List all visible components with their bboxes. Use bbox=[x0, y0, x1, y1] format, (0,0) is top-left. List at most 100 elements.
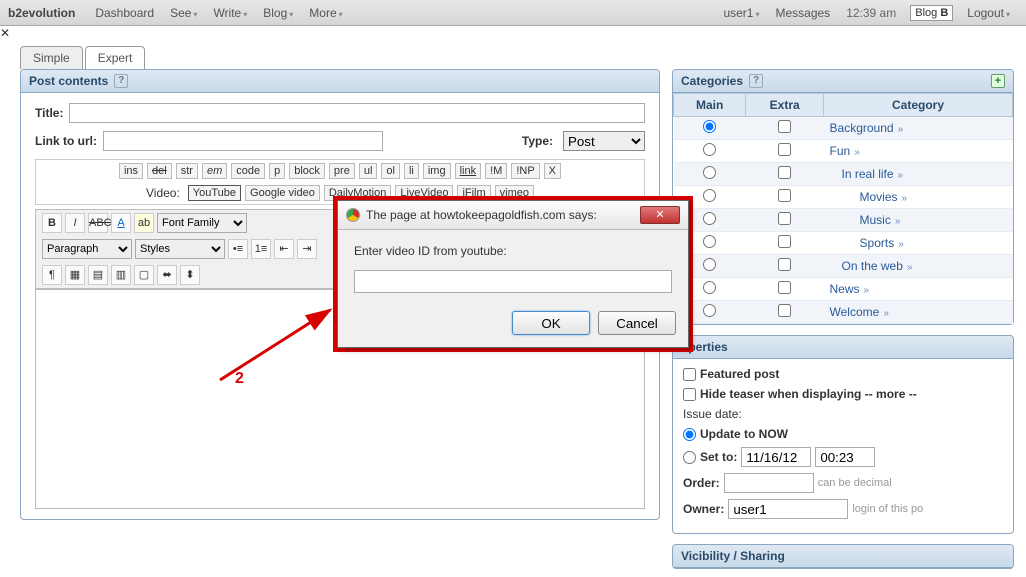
table-row: Sports» bbox=[674, 232, 1013, 255]
owner-input[interactable] bbox=[728, 499, 848, 519]
dialog-input[interactable] bbox=[354, 270, 672, 293]
tab-expert[interactable]: Expert bbox=[85, 46, 146, 69]
main-radio[interactable] bbox=[703, 258, 716, 271]
btn-p[interactable]: p bbox=[269, 163, 285, 179]
help-icon[interactable]: ? bbox=[114, 74, 128, 88]
font-family-select[interactable]: Font Family bbox=[157, 213, 247, 233]
btn-block[interactable]: block bbox=[289, 163, 325, 179]
btn-link[interactable]: link bbox=[455, 163, 482, 179]
nav-more[interactable]: More▾ bbox=[309, 6, 342, 20]
category-link[interactable]: Sports bbox=[860, 236, 895, 250]
nav-logout[interactable]: Logout▾ bbox=[967, 6, 1010, 20]
btn-m[interactable]: !M bbox=[485, 163, 507, 179]
pilcrow-icon[interactable]: ¶ bbox=[42, 265, 62, 285]
btn-youtube[interactable]: YouTube bbox=[188, 185, 241, 201]
btn-x[interactable]: X bbox=[544, 163, 561, 179]
main-radio[interactable] bbox=[703, 304, 716, 317]
tab-simple[interactable]: Simple bbox=[20, 46, 83, 69]
fontcolor-icon[interactable]: A bbox=[111, 213, 131, 233]
ok-button[interactable]: OK bbox=[512, 311, 590, 335]
category-link[interactable]: Music bbox=[860, 213, 891, 227]
strike-icon[interactable]: ABC bbox=[88, 213, 108, 233]
nav-see[interactable]: See▾ bbox=[170, 6, 197, 20]
btn-li[interactable]: li bbox=[404, 163, 419, 179]
dialog-close-icon[interactable]: ✕ bbox=[640, 206, 680, 224]
main-radio[interactable] bbox=[703, 143, 716, 156]
extra-checkbox[interactable] bbox=[778, 258, 791, 271]
btn-pre[interactable]: pre bbox=[329, 163, 355, 179]
category-link[interactable]: Welcome bbox=[830, 305, 880, 319]
paragraph-select[interactable]: Paragraph bbox=[42, 239, 132, 259]
btn-str[interactable]: str bbox=[176, 163, 198, 179]
main-radio[interactable] bbox=[703, 120, 716, 133]
btn-code[interactable]: code bbox=[231, 163, 265, 179]
table-row: News» bbox=[674, 278, 1013, 301]
category-link[interactable]: In real life bbox=[842, 167, 894, 181]
tabledel-icon[interactable]: ▢ bbox=[134, 265, 154, 285]
btn-ul[interactable]: ul bbox=[359, 163, 378, 179]
bullist-icon[interactable]: •≡ bbox=[228, 239, 248, 259]
category-link[interactable]: On the web bbox=[842, 259, 903, 273]
highlight-icon[interactable]: ab bbox=[134, 213, 154, 233]
add-category-icon[interactable]: + bbox=[991, 74, 1005, 88]
btn-del[interactable]: del bbox=[147, 163, 172, 179]
category-link[interactable]: Background bbox=[830, 121, 894, 135]
numlist-icon[interactable]: 1≡ bbox=[251, 239, 271, 259]
main-radio[interactable] bbox=[703, 281, 716, 294]
update-now-radio[interactable] bbox=[683, 428, 696, 441]
set-to-radio[interactable] bbox=[683, 451, 696, 464]
tablerow-icon[interactable]: ▤ bbox=[88, 265, 108, 285]
nav-blog[interactable]: Blog▾ bbox=[263, 6, 293, 20]
main-radio[interactable] bbox=[703, 212, 716, 225]
close-icon[interactable]: ✕ bbox=[0, 26, 1026, 40]
nav-write[interactable]: Write▾ bbox=[213, 6, 247, 20]
extra-checkbox[interactable] bbox=[778, 235, 791, 248]
extra-checkbox[interactable] bbox=[778, 120, 791, 133]
btn-ins[interactable]: ins bbox=[119, 163, 143, 179]
nav-user[interactable]: user1▾ bbox=[723, 6, 759, 20]
category-link[interactable]: Fun bbox=[830, 144, 851, 158]
cancel-button[interactable]: Cancel bbox=[598, 311, 676, 335]
order-label: Order: bbox=[683, 476, 720, 490]
extra-checkbox[interactable] bbox=[778, 189, 791, 202]
order-input[interactable] bbox=[724, 473, 814, 493]
extra-checkbox[interactable] bbox=[778, 166, 791, 179]
styles-select[interactable]: Styles bbox=[135, 239, 225, 259]
extra-checkbox[interactable] bbox=[778, 143, 791, 156]
italic-icon[interactable]: I bbox=[65, 213, 85, 233]
btn-em[interactable]: em bbox=[202, 163, 227, 179]
extra-checkbox[interactable] bbox=[778, 212, 791, 225]
bold-icon[interactable]: B bbox=[42, 213, 62, 233]
btn-img[interactable]: img bbox=[423, 163, 451, 179]
featured-checkbox[interactable] bbox=[683, 368, 696, 381]
category-link[interactable]: Movies bbox=[860, 190, 898, 204]
btn-np[interactable]: !NP bbox=[511, 163, 539, 179]
url-input[interactable] bbox=[103, 131, 383, 151]
extra-checkbox[interactable] bbox=[778, 281, 791, 294]
extra-checkbox[interactable] bbox=[778, 304, 791, 317]
tablecol-icon[interactable]: ▥ bbox=[111, 265, 131, 285]
nav-messages[interactable]: Messages bbox=[775, 6, 830, 20]
main-radio[interactable] bbox=[703, 235, 716, 248]
help-icon[interactable]: ? bbox=[749, 74, 763, 88]
split-icon[interactable]: ⬍ bbox=[180, 265, 200, 285]
main-radio[interactable] bbox=[703, 189, 716, 202]
properties-panel: operties Featured post Hide teaser when … bbox=[672, 335, 1014, 534]
category-link[interactable]: News bbox=[830, 282, 860, 296]
main-radio[interactable] bbox=[703, 166, 716, 179]
outdent-icon[interactable]: ⇤ bbox=[274, 239, 294, 259]
hide-teaser-checkbox[interactable] bbox=[683, 388, 696, 401]
indent-icon[interactable]: ⇥ bbox=[297, 239, 317, 259]
btn-ol[interactable]: ol bbox=[381, 163, 400, 179]
time-input[interactable] bbox=[815, 447, 875, 467]
table-icon[interactable]: ▦ bbox=[65, 265, 85, 285]
col-main: Main bbox=[674, 94, 746, 117]
nav-dashboard[interactable]: Dashboard bbox=[95, 6, 154, 20]
merge-icon[interactable]: ⬌ bbox=[157, 265, 177, 285]
mode-tabs: Simple Expert bbox=[20, 46, 1026, 69]
type-select[interactable]: Post bbox=[563, 131, 645, 151]
date-input[interactable] bbox=[741, 447, 811, 467]
btn-googlevideo[interactable]: Google video bbox=[245, 185, 320, 201]
blog-button[interactable]: Blog B bbox=[910, 5, 953, 21]
title-input[interactable] bbox=[69, 103, 645, 123]
